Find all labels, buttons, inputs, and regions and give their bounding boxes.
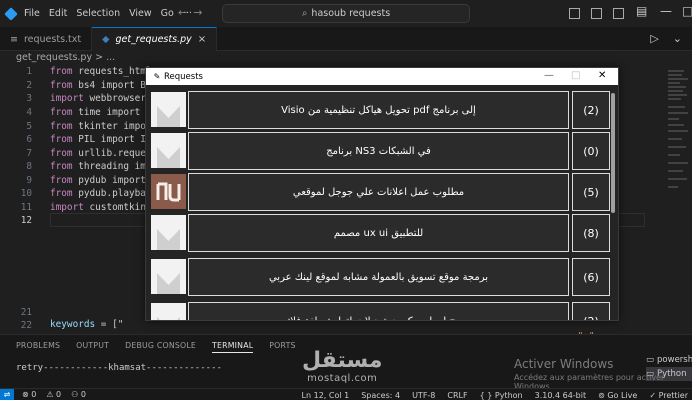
minimize-icon[interactable]: — bbox=[544, 70, 554, 81]
code-line: 22 › try:··· bbox=[0, 308, 90, 355]
tab-terminal[interactable]: TERMINAL bbox=[212, 341, 254, 353]
text-file-icon: ≡ bbox=[10, 33, 18, 45]
request-title-button[interactable]: في الشبكات NS3 برنامج bbox=[188, 132, 569, 170]
tab-label: requests.txt bbox=[23, 33, 82, 45]
request-row: إلى برنامج pdf تحويل هياكل تنظيمية من Vi… bbox=[148, 90, 610, 130]
requests-scrollbar[interactable] bbox=[611, 93, 615, 213]
panel-tabs: PROBLEMS OUTPUT DEBUG CONSOLE TERMINAL P… bbox=[16, 341, 296, 353]
tab-output[interactable]: OUTPUT bbox=[76, 341, 109, 353]
close-tab-icon[interactable]: × bbox=[198, 34, 206, 45]
python-file-icon: ◆ bbox=[102, 34, 110, 45]
back-arrow-icon[interactable]: ← bbox=[178, 6, 193, 19]
breadcrumb[interactable]: get_requests.py > ... bbox=[16, 52, 115, 63]
search-label: hasoub requests bbox=[311, 8, 391, 19]
vscode-logo-icon bbox=[0, 0, 22, 27]
cursor-position[interactable]: Ln 12, Col 1 bbox=[302, 391, 350, 400]
request-row: للتطبيق ux ui مصمم (8) bbox=[148, 213, 610, 253]
menu-view[interactable]: View bbox=[129, 8, 161, 19]
request-title-button[interactable]: برمجة موقع تسويق بالعمولة مشابه لموقع لي… bbox=[188, 258, 569, 296]
toggle-secondary-sidebar-icon[interactable] bbox=[613, 8, 624, 19]
menu-bar: File Edit Selection View Go ··· bbox=[22, 8, 201, 19]
status-left: ⊗ 0 ⚠ 0 ⚇ 0 bbox=[22, 390, 86, 399]
toggle-sidebar-icon[interactable] bbox=[569, 8, 580, 19]
terminal-icon: ▭ bbox=[646, 355, 655, 365]
layout-icon[interactable]: ▤ bbox=[636, 4, 647, 18]
request-row: برمجة موقع تسويق بالعمولة مشابه لموقع لي… bbox=[148, 257, 610, 297]
menu-edit[interactable]: Edit bbox=[49, 8, 76, 19]
mostaql-watermark-logo: مستقل mostaql.com bbox=[302, 348, 383, 385]
search-icon: ⌕ bbox=[301, 8, 308, 19]
avatar-placeholder-icon bbox=[151, 303, 186, 320]
request-count-button[interactable]: (2) bbox=[572, 302, 610, 320]
editor-actions: ▷ ⌄ bbox=[650, 32, 682, 45]
brand-logo-icon bbox=[151, 174, 186, 209]
request-title-button[interactable]: للتطبيق ux ui مصمم bbox=[188, 214, 569, 252]
editor-tab-bar: ≡ requests.txt ◆ get_requests.py × ▷ ⌄ bbox=[0, 27, 692, 51]
tab-problems[interactable]: PROBLEMS bbox=[16, 341, 60, 353]
prettier-status[interactable]: ✓ Prettier bbox=[649, 391, 688, 400]
menu-file[interactable]: File bbox=[22, 8, 49, 19]
request-count-button[interactable]: (0) bbox=[572, 132, 610, 170]
menu-selection[interactable]: Selection bbox=[76, 8, 129, 19]
terminal-item-powershell[interactable]: ▭ powersh bbox=[646, 353, 692, 367]
run-icon[interactable]: ▷ bbox=[650, 32, 658, 45]
warnings-count[interactable]: ⚠ 0 bbox=[46, 390, 61, 399]
code-line: 23 › except:··· bbox=[0, 321, 107, 368]
logo-arabic: مستقل bbox=[302, 348, 383, 373]
requests-window-titlebar[interactable]: ✎ Requests — □ ✕ bbox=[146, 68, 618, 85]
minimize-icon[interactable]: — bbox=[660, 4, 672, 18]
request-count-button[interactable]: (6) bbox=[572, 258, 610, 296]
python-version[interactable]: 3.10.4 64-bit bbox=[535, 391, 587, 400]
tab-get-requests-py[interactable]: ◆ get_requests.py × bbox=[92, 27, 218, 51]
tab-label: get_requests.py bbox=[115, 34, 192, 45]
avatar-placeholder-icon bbox=[151, 92, 186, 127]
request-count-button[interactable]: (8) bbox=[572, 214, 610, 252]
tab-ports[interactable]: PORTS bbox=[269, 341, 295, 353]
request-title-button[interactable]: إلى برنامج pdf تحويل هياكل تنظيمية من Vi… bbox=[188, 91, 569, 129]
feather-icon: ✎ bbox=[153, 72, 161, 81]
request-count-button[interactable]: (5) bbox=[572, 173, 610, 211]
forward-arrow-icon[interactable]: → bbox=[193, 6, 208, 19]
nav-arrows: ←→ bbox=[178, 6, 208, 19]
requests-window-title: Requests bbox=[164, 71, 203, 82]
request-title-button[interactable]: مبرمج لعمل سكربت تعديلات لتطبيق بلغة فلا… bbox=[188, 302, 569, 320]
indentation[interactable]: Spaces: 4 bbox=[361, 391, 400, 400]
status-right: Ln 12, Col 1 Spaces: 4 UTF-8 CRLF { } Py… bbox=[302, 389, 688, 400]
language-mode[interactable]: { } Python bbox=[480, 391, 523, 400]
activate-windows-title: Activer Windows bbox=[514, 357, 614, 371]
end-of-line[interactable]: CRLF bbox=[447, 391, 467, 400]
go-live-button[interactable]: ⊚ Go Live bbox=[598, 391, 637, 400]
avatar-placeholder-icon bbox=[151, 259, 186, 294]
terminal-output[interactable]: retry------------khamsat-------------- bbox=[16, 363, 222, 373]
tab-debug-console[interactable]: DEBUG CONSOLE bbox=[125, 341, 196, 353]
requests-list: إلى برنامج pdf تحويل هياكل تنظيمية من Vi… bbox=[146, 85, 618, 320]
request-title-button[interactable]: مطلوب عمل اعلانات علي جوجل لموقعي bbox=[188, 173, 569, 211]
errors-count[interactable]: ⊗ 0 bbox=[22, 390, 36, 399]
minimap[interactable] bbox=[666, 66, 692, 216]
toggle-panel-icon[interactable] bbox=[591, 8, 602, 19]
encoding[interactable]: UTF-8 bbox=[412, 391, 435, 400]
avatar-placeholder-icon bbox=[151, 215, 186, 250]
request-count-button[interactable]: (2) bbox=[572, 91, 610, 129]
chevron-down-icon[interactable]: ⌄ bbox=[673, 32, 682, 45]
tab-requests-txt[interactable]: ≡ requests.txt bbox=[0, 27, 93, 51]
request-row: مبرمج لعمل سكربت تعديلات لتطبيق بلغة فلا… bbox=[148, 301, 610, 320]
request-row: في الشبكات NS3 برنامج (0) bbox=[148, 131, 610, 171]
close-icon[interactable]: ✕ bbox=[598, 70, 606, 81]
logo-latin: mostaql.com bbox=[307, 373, 378, 384]
requests-window: ✎ Requests — □ ✕ إلى برنامج pdf تحويل هي… bbox=[145, 67, 619, 321]
avatar-placeholder-icon bbox=[151, 133, 186, 168]
remote-icon[interactable]: ⇌ bbox=[0, 388, 14, 400]
command-center-search[interactable]: ⌕ hasoub requests bbox=[222, 4, 470, 23]
ports-count[interactable]: ⚇ 0 bbox=[71, 390, 86, 399]
maximize-icon[interactable]: □ bbox=[682, 4, 692, 18]
request-row: مطلوب عمل اعلانات علي جوجل لموقعي (5) bbox=[148, 172, 610, 212]
title-bar: File Edit Selection View Go ··· ←→ ⌕ has… bbox=[0, 0, 692, 27]
maximize-icon[interactable]: □ bbox=[571, 70, 580, 81]
status-bar: ⇌ ⊗ 0 ⚠ 0 ⚇ 0 Ln 12, Col 1 Spaces: 4 UTF… bbox=[0, 388, 692, 400]
